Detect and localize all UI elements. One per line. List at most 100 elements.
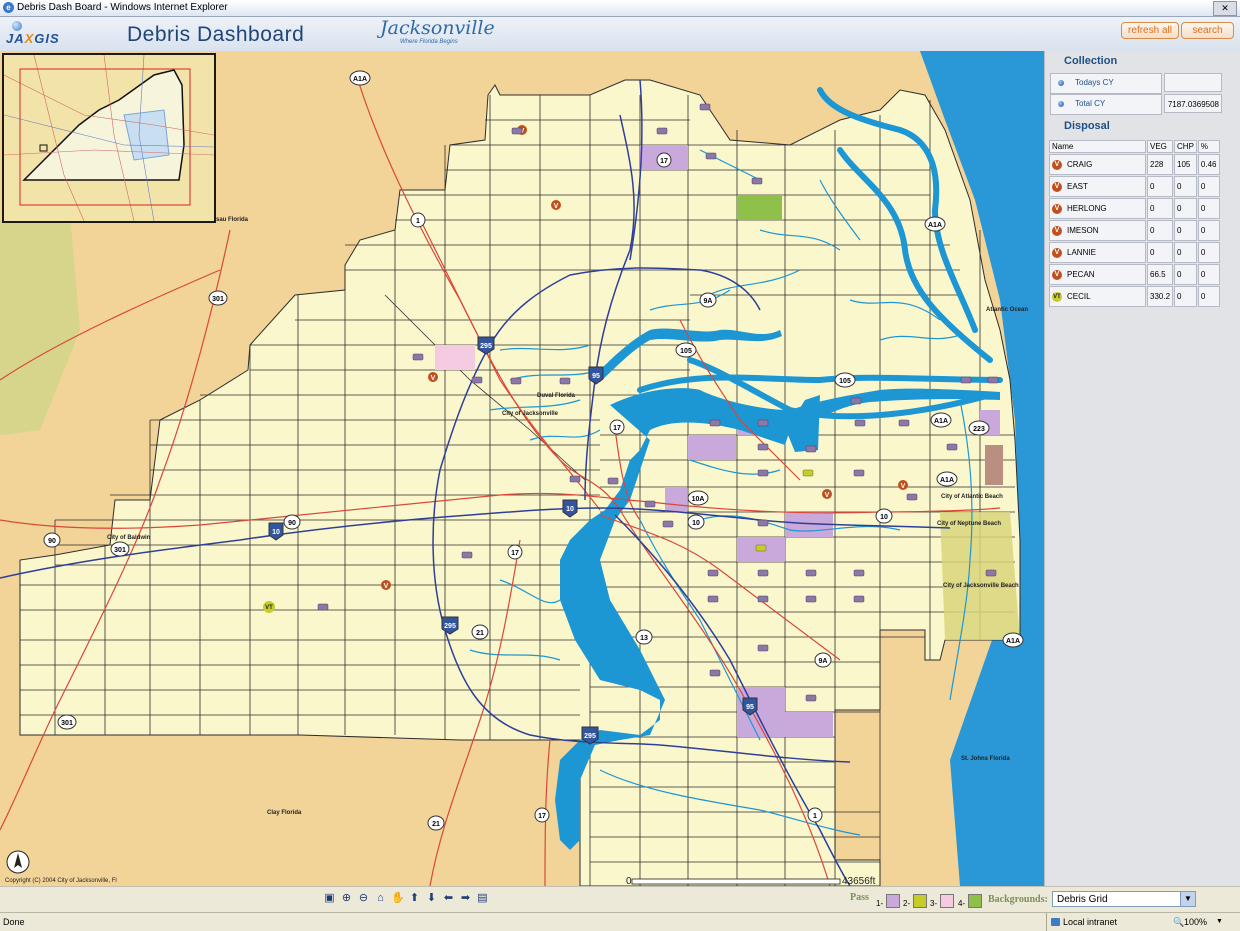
intranet-globe-icon [1051, 918, 1060, 926]
zoom-out-icon[interactable]: ⊖ [357, 892, 370, 905]
svg-text:295: 295 [584, 733, 596, 740]
disposal-site-icon: V [1052, 269, 1062, 280]
zoom-level[interactable]: 100% [1184, 913, 1207, 931]
bullet-icon [1058, 101, 1064, 107]
pan-down-icon[interactable]: ⬇ [425, 892, 438, 905]
disposal-row[interactable]: V PECAN 66.5 0 0 [1049, 264, 1220, 285]
svg-text:105: 105 [839, 378, 851, 385]
col-name: Name [1049, 140, 1146, 153]
info-panel: Collection Todays CY Total CY 7187.03695… [1044, 51, 1240, 886]
svg-text:21: 21 [432, 821, 440, 828]
svg-text:V: V [901, 483, 906, 490]
window-titlebar: e Debris Dash Board - Windows Internet E… [0, 0, 1240, 17]
globe-icon [12, 21, 22, 31]
svg-text:A1A: A1A [940, 477, 954, 484]
pan-right-icon[interactable]: ➡ [459, 892, 472, 905]
status-text: Done [3, 917, 25, 927]
svg-text:21: 21 [476, 630, 484, 637]
label-atlantic-beach: City of Atlantic Beach [941, 494, 1003, 500]
disposal-row[interactable]: V LANNIE 0 0 0 [1049, 242, 1220, 263]
svg-text:10: 10 [272, 529, 280, 536]
svg-text:17: 17 [538, 813, 546, 820]
pass-1-swatch [886, 894, 900, 908]
window-title: Debris Dash Board - Windows Internet Exp… [17, 2, 228, 13]
pan-hand-icon[interactable]: ✋ [391, 892, 405, 905]
collection-title: Collection [1064, 55, 1118, 67]
identify-icon[interactable]: ▤ [476, 892, 489, 905]
svg-text:V: V [431, 375, 436, 382]
overview-tool-icon[interactable]: ▣ [323, 892, 336, 905]
pan-up-icon[interactable]: ⬆ [408, 892, 421, 905]
label-neptune-beach: City of Neptune Beach [937, 521, 1001, 527]
app-title: Debris Dashboard [127, 23, 305, 46]
disposal-row[interactable]: V HERLONG 0 0 0 [1049, 198, 1220, 219]
disposal-row[interactable]: V EAST 0 0 0 [1049, 176, 1220, 197]
svg-text:17: 17 [613, 425, 621, 432]
map-toolbar: ▣ ⊕ ⊖ ⌂ ✋ ⬆ ⬇ ⬅ ➡ ▤ Pass 1- 2- 3- 4- Bac… [0, 886, 1240, 913]
svg-text:43656ft: 43656ft [842, 876, 876, 886]
col-chp: CHP [1174, 140, 1197, 153]
svg-text:105: 105 [680, 348, 692, 355]
label-st-johns: St. Johns Florida [961, 756, 1010, 762]
svg-text:A1A: A1A [1006, 638, 1020, 645]
svg-text:9A: 9A [704, 298, 713, 305]
full-extent-icon[interactable]: ⌂ [374, 892, 387, 905]
vt-site-icon: VT [265, 605, 273, 611]
svg-text:V: V [554, 203, 559, 210]
label-atlantic: Atlantic Ocean [986, 307, 1028, 313]
disposal-site-icon: V [1052, 247, 1062, 258]
backgrounds-select[interactable]: Debris Grid ▼ [1052, 891, 1196, 907]
backgrounds-label: Backgrounds: [988, 894, 1048, 905]
label-jax-beach: City of Jacksonville Beach [943, 583, 1019, 589]
chevron-down-icon[interactable]: ▼ [1180, 892, 1195, 906]
disposal-site-icon: V [1052, 225, 1062, 236]
disposal-row[interactable]: V CRAIG 228 105 0.46 [1049, 154, 1220, 175]
status-bar: Done Local intranet 🔍 100% ▼ [0, 912, 1240, 931]
zoom-icon: 🔍 [1173, 917, 1185, 927]
pass-4-swatch [968, 894, 982, 908]
close-window-button[interactable]: ✕ [1213, 1, 1237, 16]
bullet-icon [1058, 80, 1064, 86]
north-arrow-icon [6, 850, 30, 874]
svg-text:95: 95 [592, 373, 600, 380]
svg-text:1: 1 [416, 218, 420, 225]
pass-3-swatch [940, 894, 954, 908]
refresh-all-button[interactable]: refresh all [1121, 22, 1179, 39]
search-button[interactable]: search [1181, 22, 1234, 39]
svg-text:301: 301 [61, 720, 73, 727]
label-duval: Duval Florida [537, 393, 576, 399]
svg-text:1: 1 [813, 813, 817, 820]
svg-text:295: 295 [444, 623, 456, 630]
svg-text:295: 295 [480, 343, 492, 350]
shield-a1a: A1A [353, 76, 367, 83]
jaxgis-logo: JAXGIS [4, 21, 70, 47]
copyright-text: Copyright (C) 2004 City of Jacksonville,… [5, 878, 117, 884]
svg-text:9A: 9A [819, 658, 828, 665]
svg-text:90: 90 [48, 538, 56, 545]
zoom-in-icon[interactable]: ⊕ [340, 892, 353, 905]
overview-canvas[interactable] [3, 54, 215, 222]
svg-text:V: V [825, 492, 830, 499]
svg-text:13: 13 [640, 635, 648, 642]
disposal-table: Name VEG CHP % V CRAIG 228 105 0.46 V EAST 0 0 0… [1048, 139, 1221, 308]
collection-row-today: Todays CY [1050, 73, 1224, 94]
app-header: JAXGIS Debris Dashboard Jacksonville Whe… [0, 17, 1240, 52]
svg-text:95: 95 [746, 704, 754, 711]
svg-text:10: 10 [880, 514, 888, 521]
svg-text:10: 10 [566, 506, 574, 513]
vt-site-icon: VT [1052, 291, 1062, 302]
svg-text:10: 10 [692, 520, 700, 527]
disposal-row[interactable]: VT CECIL 330.2 0 0 [1049, 286, 1220, 307]
pan-left-icon[interactable]: ⬅ [442, 892, 455, 905]
svg-text:0: 0 [626, 876, 632, 886]
label-baldwin: City of Baldwin [107, 535, 151, 541]
disposal-row[interactable]: V IMESON 0 0 0 [1049, 220, 1220, 241]
svg-text:A1A: A1A [928, 222, 942, 229]
svg-text:223: 223 [973, 426, 985, 433]
disposal-site-icon: V [1052, 181, 1062, 192]
ie-icon: e [3, 2, 14, 13]
collection-row-total: Total CY 7187.0369508 [1050, 94, 1224, 115]
overview-map[interactable] [2, 53, 216, 223]
pass-label: Pass [850, 892, 869, 903]
zoom-dropdown-icon[interactable]: ▼ [1216, 913, 1223, 931]
